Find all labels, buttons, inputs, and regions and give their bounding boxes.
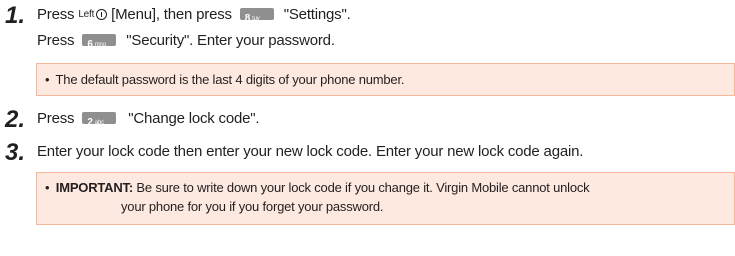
key-2-icon: 2 abc <box>82 112 117 128</box>
note-important-line-2: your phone for you if you forget your pa… <box>121 199 384 214</box>
left-softkey-icon: Left <box>78 8 108 20</box>
step-1-line-2: Press 6 mno "Security". Enter your passwo… <box>37 32 335 50</box>
note-default-password: • The default password is the last 4 dig… <box>45 72 404 87</box>
security-target-text: "Security". Enter your password. <box>126 32 335 49</box>
note-important-text-1: Be sure to write down your lock code if … <box>136 180 590 195</box>
key-digit: 8 <box>244 13 251 25</box>
note-important-line-1: • IMPORTANT: Be sure to write down your … <box>45 180 590 195</box>
important-label: IMPORTANT: <box>55 180 133 195</box>
softkey-circle-icon <box>96 8 108 20</box>
step-1-line-1: Press Left [Menu], then press 8 tuv "Sett… <box>37 6 351 24</box>
bullet: • <box>45 180 50 195</box>
key-8-icon: 8 tuv <box>239 8 274 24</box>
key-letters: abc <box>94 120 104 127</box>
key-digit: 2 <box>87 117 93 129</box>
key-letters: tuv <box>252 16 260 23</box>
key-digit: 6 <box>87 39 93 51</box>
key-6-icon: 6 mno <box>82 34 117 50</box>
press-text: Press <box>37 32 75 49</box>
step-2-line: Press 2 abc "Change lock code". <box>37 110 260 128</box>
note-text: The default password is the last 4 digit… <box>55 72 405 87</box>
step-3-line: Enter your lock code then enter your new… <box>37 143 584 160</box>
step-number-3: 3. <box>5 139 26 166</box>
key-letters: mno <box>94 42 106 49</box>
settings-target-text: "Settings". <box>283 6 351 23</box>
menu-text: [Menu], then press <box>111 6 232 23</box>
bullet: • <box>45 72 50 87</box>
change-lock-code-text: "Change lock code". <box>128 110 260 127</box>
left-softkey-label: Left <box>78 8 95 20</box>
press-text: Press <box>37 6 75 23</box>
step-number-1: 1. <box>5 2 26 29</box>
step-number-2: 2. <box>5 106 26 133</box>
press-text: Press <box>37 110 75 127</box>
